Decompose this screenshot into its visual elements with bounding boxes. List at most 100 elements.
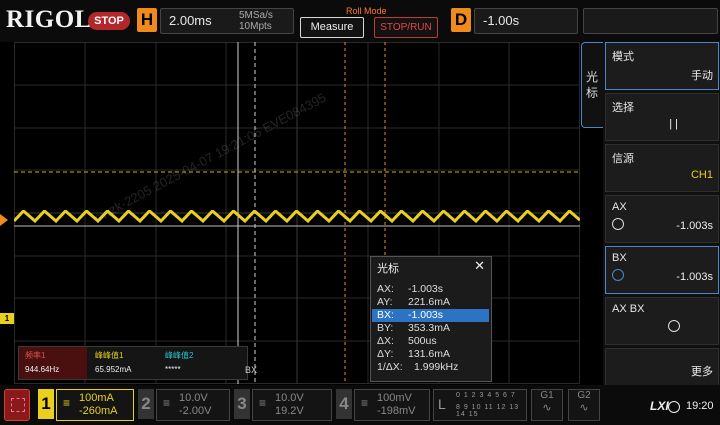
ch1-panel[interactable]: ≡ 100mA -260mA — [56, 389, 134, 421]
menu-item-source[interactable]: 信源 CH1 — [605, 144, 719, 192]
trigger-level-marker[interactable] — [0, 214, 8, 226]
bx-cursor-tag: BX — [245, 365, 258, 375]
menu-item-bx[interactable]: BX -1.003s — [605, 246, 719, 294]
ch2-number[interactable]: 2 — [138, 389, 154, 419]
measurement-item[interactable]: 峰峰值2 ***** — [159, 347, 227, 379]
delay-panel[interactable]: -1.00s — [474, 8, 578, 34]
menu-item-label: BX — [612, 252, 627, 264]
coupling-icon: ≡ — [163, 396, 171, 410]
sine-icon: ∿ — [579, 402, 589, 414]
trigger-panel[interactable] — [583, 8, 718, 34]
measurement-item[interactable]: 峰峰值1 65.952mA — [89, 347, 157, 379]
cursor-row-ay: AY: 221.6mA — [372, 296, 489, 309]
softkey-menu: 模式 手动 选择 | | 信源 CH1 AX -1.003s BX -1.003… — [603, 42, 720, 392]
horizontal-panel[interactable]: 2.00ms 5MSa/s 10Mpts — [160, 8, 294, 34]
row-value: -1.003s — [408, 283, 444, 295]
sine-icon: ∿ — [542, 402, 552, 414]
horizontal-label[interactable]: H — [137, 8, 157, 32]
ch3-scale: 10.0V — [275, 392, 304, 404]
row-value: -1.003s — [408, 309, 444, 321]
menu-item-select[interactable]: 选择 | | — [605, 93, 719, 141]
row-value: 500us — [408, 335, 437, 347]
menu-item-ax-bx[interactable]: AX BX — [605, 297, 719, 345]
sample-rate: 5MSa/s — [239, 10, 273, 21]
row-key: 1/ΔX: — [377, 361, 403, 373]
ch1-offset: -260mA — [79, 405, 118, 417]
ch3-offset: 19.2V — [275, 405, 304, 417]
system-time: 19:20 — [686, 400, 714, 412]
ch3-panel[interactable]: ≡ 10.0V 19.2V — [252, 389, 332, 421]
cursor-row-inv-dx: 1/ΔX: 1.999kHz — [372, 361, 489, 374]
close-icon[interactable]: ✕ — [474, 258, 485, 274]
la-channels-high: 8 9 10 11 12 13 14 15 — [456, 404, 520, 418]
measurement-name: 峰峰值1 — [95, 351, 124, 360]
row-key: BY: — [377, 322, 394, 334]
ch1-number[interactable]: 1 — [38, 389, 54, 419]
menu-item-label: 模式 — [612, 51, 634, 63]
menu-item-value: 更多 — [691, 366, 713, 378]
menu-item-value: CH1 — [690, 169, 713, 181]
ch4-number[interactable]: 4 — [336, 389, 352, 419]
cursor-results-window[interactable]: 光标 ✕ AX: -1.003s AY: 221.6mA BX: -1.003s BY… — [370, 256, 492, 382]
measurement-name: 频率1 — [25, 351, 46, 360]
ch1-scale: 100mA — [79, 392, 114, 404]
cursor-window-title: 光标 — [377, 263, 399, 275]
ch2-offset: -2.00V — [179, 405, 212, 417]
row-value: 353.3mA — [408, 322, 451, 334]
run-status-badge[interactable]: STOP — [88, 12, 130, 30]
measurement-value: 65.952mA — [95, 365, 132, 374]
clock-icon — [668, 401, 680, 413]
measurement-name: 峰峰值2 — [165, 351, 194, 360]
ch4-scale: 100mV — [377, 392, 412, 404]
row-key: ΔY: — [377, 348, 394, 360]
generator-label: G2 — [577, 390, 591, 401]
measurement-item[interactable]: 频率1 944.64Hz — [19, 347, 87, 379]
menu-item-ax[interactable]: AX -1.003s — [605, 195, 719, 243]
delay-label[interactable]: D — [451, 8, 471, 32]
generator-label: G1 — [540, 390, 554, 401]
coupling-icon: ≡ — [361, 396, 369, 410]
row-key: ΔX: — [377, 335, 394, 347]
ch1-offset-marker[interactable]: 1 — [0, 313, 14, 324]
menu-tab-title: 光标 — [586, 70, 599, 100]
roll-mode-label: Roll Mode — [346, 6, 387, 16]
coupling-icon: ≡ — [63, 396, 71, 410]
knob-icon — [612, 218, 624, 230]
cursor-row-bx[interactable]: BX: -1.003s — [372, 309, 489, 322]
measure-button[interactable]: Measure — [300, 17, 364, 38]
menu-item-label: 信源 — [612, 153, 634, 165]
la-label: L — [438, 396, 446, 412]
row-key: AY: — [377, 296, 393, 308]
memory-depth: 10Mpts — [239, 21, 272, 32]
row-key: AX: — [377, 283, 394, 295]
cursor-row-dy: ΔY: 131.6mA — [372, 348, 489, 361]
knob-icon — [668, 320, 680, 332]
menu-item-value: | | — [669, 118, 678, 130]
ch2-panel[interactable]: ≡ 10.0V -2.00V — [156, 389, 230, 421]
ch2-scale: 10.0V — [179, 392, 208, 404]
la-channels-low: 0 1 2 3 4 5 6 7 — [456, 392, 516, 399]
menu-tab-cursor[interactable]: 光标 — [581, 42, 604, 128]
cursor-row-dx: ΔX: 500us — [372, 335, 489, 348]
menu-item-label: AX — [612, 201, 627, 213]
generator-1-button[interactable]: G1 ∿ — [531, 389, 563, 421]
generator-2-button[interactable]: G2 ∿ — [568, 389, 600, 421]
grid-icon — [11, 398, 25, 412]
logic-analyzer-panel[interactable]: L 0 1 2 3 4 5 6 7 8 9 10 11 12 13 14 15 — [433, 389, 527, 421]
delay-value: -1.00s — [483, 13, 520, 28]
measurement-results-bar[interactable]: 频率1 944.64Hz 峰峰值1 65.952mA 峰峰值2 ***** — [18, 346, 248, 380]
stop-run-button[interactable]: STOP/RUN — [374, 17, 438, 38]
row-value: 221.6mA — [408, 296, 451, 308]
ch3-number[interactable]: 3 — [234, 389, 250, 419]
menu-item-label: 选择 — [612, 102, 634, 114]
brand-logo: RIGOL — [6, 6, 92, 33]
row-value: 131.6mA — [408, 348, 451, 360]
navigation-button[interactable] — [4, 389, 30, 421]
menu-item-value: -1.003s — [676, 271, 713, 283]
ch4-panel[interactable]: ≡ 100mV -198mV — [354, 389, 430, 421]
menu-item-more[interactable]: 更多 — [605, 348, 719, 390]
cursor-row-ax: AX: -1.003s — [372, 283, 489, 296]
menu-item-label: AX BX — [612, 303, 645, 315]
measurement-value: ***** — [165, 365, 181, 374]
menu-item-mode[interactable]: 模式 手动 — [605, 42, 719, 90]
